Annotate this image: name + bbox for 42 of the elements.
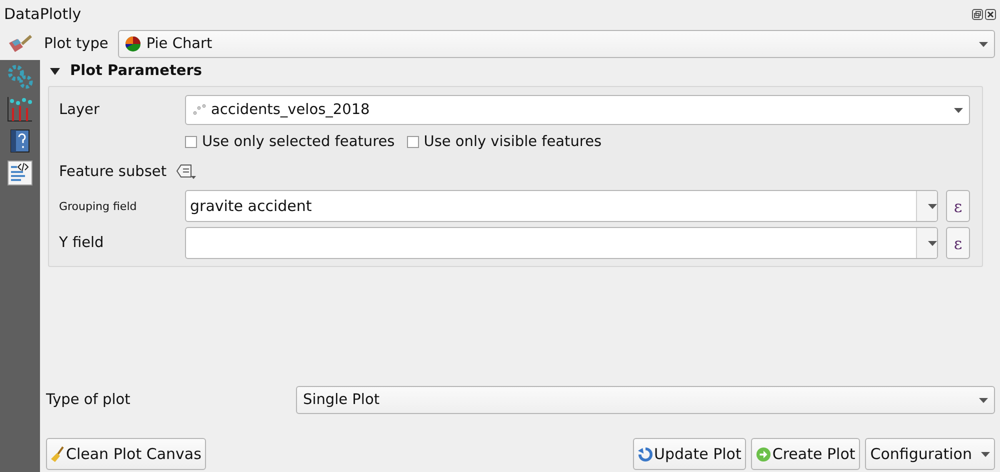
arrow-circle-icon: [756, 446, 772, 462]
refresh-icon: [638, 446, 653, 462]
plot-type-dropdown[interactable]: Pie Chart: [118, 30, 995, 58]
menu-button[interactable]: Configuration: [865, 438, 995, 470]
pie-chart-icon: [125, 36, 142, 52]
action-button[interactable]: Update Plot: [633, 438, 746, 470]
checkbox[interactable]: [185, 136, 197, 148]
collapse-icon[interactable]: [50, 68, 60, 74]
code-icon[interactable]: [7, 160, 33, 186]
broom-icon: [51, 446, 65, 462]
layer-label: Layer: [59, 102, 100, 118]
window-title: DataPlotly: [4, 5, 82, 23]
expression-button[interactable]: ε: [946, 227, 970, 259]
checkbox-option[interactable]: Use only selected features: [185, 134, 395, 150]
caret-icon: [979, 42, 988, 46]
type-of-plot-dropdown[interactable]: Single Plot: [296, 386, 995, 414]
plot-type-label: Plot type: [44, 36, 108, 52]
layer-dropdown[interactable]: accidents_velos_2018: [185, 95, 970, 125]
expression-button[interactable]: ε: [946, 190, 970, 222]
action-button[interactable]: Create Plot: [751, 438, 860, 470]
field-label: Grouping field: [59, 200, 137, 213]
section-title: Plot Parameters: [70, 63, 202, 79]
feature-subset-label: Feature subset: [59, 164, 167, 180]
caret-icon: [928, 240, 937, 246]
type-of-plot-label: Type of plot: [46, 392, 130, 408]
filter-expression-icon[interactable]: [174, 164, 197, 180]
points-icon: [192, 104, 206, 116]
caret-icon: [979, 398, 988, 402]
field-dropdown[interactable]: gravite accident: [185, 190, 938, 222]
checkbox-option[interactable]: Use only visible features: [406, 134, 602, 150]
caret-icon: [928, 204, 937, 208]
action-button[interactable]: Clean Plot Canvas: [46, 438, 206, 470]
help-book-icon[interactable]: [9, 128, 31, 154]
caret-icon: [981, 452, 990, 456]
float-icon[interactable]: [972, 8, 983, 20]
checkbox[interactable]: [406, 136, 419, 148]
bar-chart-icon[interactable]: [7, 96, 33, 122]
field-dropdown[interactable]: [185, 227, 938, 259]
caret-icon: [954, 108, 963, 112]
paintbrush-icon: [6, 33, 34, 55]
field-label: Y field: [59, 235, 104, 251]
close-icon[interactable]: [985, 8, 996, 20]
